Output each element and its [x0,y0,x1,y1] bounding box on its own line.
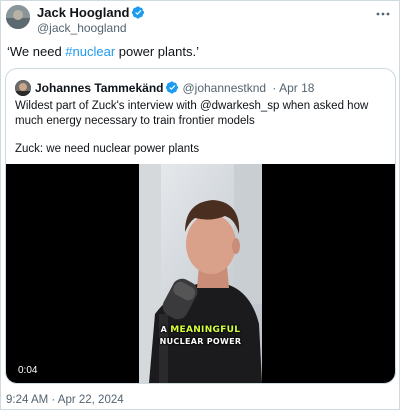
quoted-author-name[interactable]: Johannes Tammekänd [35,81,163,95]
tweet-text-start: ‘We need [7,44,66,59]
quoted-author-handle[interactable]: @johannestknd [182,81,266,95]
quoted-text: Wildest part of Zuck's interview with @d… [15,99,391,157]
hashtag-link[interactable]: #nuclear [65,44,115,59]
caption-prefix: A [160,325,171,334]
caption-highlight: MEANINGFUL [170,325,241,335]
author-name[interactable]: Jack Hoogland [37,5,145,20]
quoted-author-line: Johannes Tammekänd @johannestknd · Apr 1… [35,81,314,95]
tweet-text: ‘We need #nuclear power plants.’ [7,44,199,59]
more-icon[interactable] [373,5,393,21]
video-duration: 0:04 [14,364,42,377]
tweet-text-end: power plants.’ [115,44,199,59]
video-frame [139,164,262,383]
author-name-text: Jack Hoogland [37,5,130,20]
verified-badge-icon [132,6,145,19]
caption-line-2: NUCLEAR POWER [159,337,242,346]
verified-badge-icon [166,81,179,94]
quoted-paragraph: Zuck: we need nuclear power plants [15,143,200,155]
video-player[interactable]: A MEANINGFUL NUCLEAR POWER 0:04 [6,164,395,383]
quoted-author-avatar[interactable] [15,80,31,96]
quoted-date[interactable]: · Apr 18 [272,81,314,95]
post-timestamp[interactable]: 9:24 AM · Apr 22, 2024 [6,394,124,406]
author-avatar[interactable] [6,5,30,29]
author-handle[interactable]: @jack_hoogland [37,21,127,35]
video-caption: A MEANINGFUL NUCLEAR POWER [139,324,262,347]
quoted-paragraph: Wildest part of Zuck's interview with @d… [15,100,369,127]
quoted-tweet[interactable]: Johannes Tammekänd @johannestknd · Apr 1… [5,68,396,384]
tweet-card: Jack Hoogland @jack_hoogland ‘We need #n… [0,0,400,410]
